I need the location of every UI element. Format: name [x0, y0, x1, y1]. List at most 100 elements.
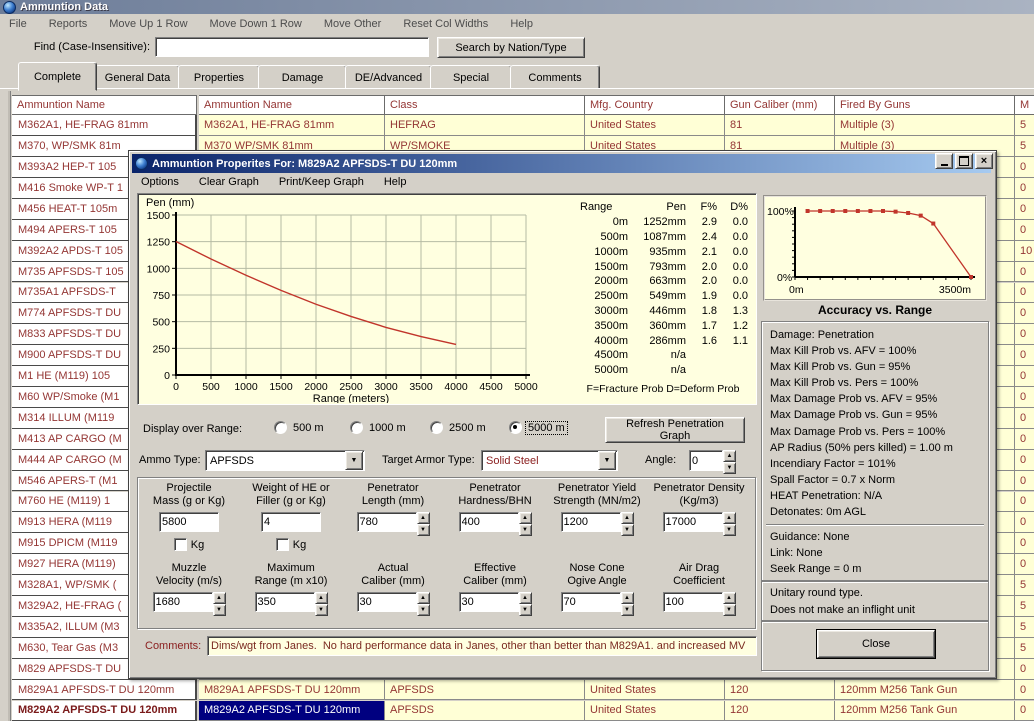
table-cell[interactable]: 120 — [725, 680, 835, 701]
spin-down-icon[interactable]: ▼ — [315, 604, 328, 616]
spin-down-icon[interactable]: ▼ — [213, 604, 226, 616]
tab-damage[interactable]: Damage — [258, 65, 347, 90]
field-input[interactable] — [561, 512, 621, 532]
table-cell[interactable]: 120mm M256 Tank Gun — [835, 680, 1015, 701]
table-row-frozen-name[interactable]: M362A1, HE-FRAG 81mm — [12, 115, 197, 136]
spin-down-icon[interactable]: ▼ — [723, 524, 736, 536]
angle-down-icon[interactable]: ▼ — [723, 462, 736, 474]
table-cell[interactable]: 5 — [1015, 136, 1034, 157]
tab-special[interactable]: Special — [430, 65, 512, 90]
table-cell[interactable]: 0 — [1015, 283, 1034, 304]
column-header-2[interactable]: Mfg. Country — [585, 95, 725, 115]
target-armor-dropdown[interactable]: Solid Steel ▼ — [481, 450, 618, 471]
menu-reset-col-widths[interactable]: Reset Col Widths — [401, 17, 490, 31]
spin-up-icon[interactable]: ▲ — [519, 512, 532, 524]
table-cell[interactable]: United States — [585, 680, 725, 701]
ammo-dropdown-arrow-icon[interactable]: ▼ — [345, 451, 363, 470]
menu-move-down-1-row[interactable]: Move Down 1 Row — [208, 17, 304, 31]
spin-down-icon[interactable]: ▼ — [519, 524, 532, 536]
spin-up-icon[interactable]: ▲ — [519, 592, 532, 604]
field-input[interactable] — [261, 512, 321, 532]
ammo-type-dropdown[interactable]: APFSDS ▼ — [205, 450, 365, 471]
field-input[interactable] — [663, 592, 723, 612]
column-header-0[interactable]: Ammuntion Name — [199, 95, 385, 115]
table-cell[interactable]: 0 — [1015, 680, 1034, 701]
table-cell[interactable]: M829A1 APFSDS-T DU 120mm — [199, 680, 385, 701]
field-input[interactable] — [663, 512, 723, 532]
spin-up-icon[interactable]: ▲ — [621, 512, 634, 524]
table-cell[interactable]: 0 — [1015, 303, 1034, 324]
table-cell[interactable]: 0 — [1015, 512, 1034, 533]
table-cell[interactable]: 5 — [1015, 617, 1034, 638]
angle-input[interactable] — [689, 450, 723, 471]
field-input[interactable] — [159, 512, 219, 532]
spin-down-icon[interactable]: ▼ — [417, 524, 430, 536]
table-cell[interactable]: 5 — [1015, 596, 1034, 617]
range-radio-500m[interactable]: 500 m — [274, 421, 326, 434]
spin-down-icon[interactable]: ▼ — [519, 604, 532, 616]
tab-complete[interactable]: Complete — [18, 62, 97, 91]
field-input[interactable] — [357, 512, 417, 532]
spin-down-icon[interactable]: ▼ — [621, 604, 634, 616]
kg-checkbox[interactable] — [174, 538, 187, 551]
tab-de-advanced[interactable]: DE/Advanced — [345, 65, 432, 90]
spin-up-icon[interactable]: ▲ — [315, 592, 328, 604]
table-cell[interactable]: 10 — [1015, 241, 1034, 262]
table-cell[interactable]: 0 — [1015, 178, 1034, 199]
field-input[interactable] — [153, 592, 213, 612]
table-cell[interactable]: 0 — [1015, 701, 1034, 721]
frozen-header[interactable]: Ammuntion Name — [12, 95, 197, 115]
field-input[interactable] — [561, 592, 621, 612]
column-header-4[interactable]: Fired By Guns — [835, 95, 1015, 115]
spin-up-icon[interactable]: ▲ — [213, 592, 226, 604]
dialog-titlebar[interactable]: Ammuntion Properites For: M829A2 APFSDS-… — [132, 154, 991, 173]
spin-down-icon[interactable]: ▼ — [723, 604, 736, 616]
table-cell[interactable]: 120 — [725, 701, 835, 721]
kg-checkbox[interactable] — [276, 538, 289, 551]
table-cell[interactable]: 0 — [1015, 345, 1034, 366]
armor-dropdown-arrow-icon[interactable]: ▼ — [598, 451, 616, 470]
table-cell[interactable]: HEFRAG — [385, 115, 585, 136]
table-cell[interactable]: 5 — [1015, 638, 1034, 659]
column-header-5[interactable]: M — [1015, 95, 1034, 115]
table-cell[interactable]: 0 — [1015, 429, 1034, 450]
table-cell[interactable]: 0 — [1015, 533, 1034, 554]
field-input[interactable] — [459, 512, 519, 532]
menu-reports[interactable]: Reports — [47, 17, 90, 31]
menu-file[interactable]: File — [7, 17, 29, 31]
table-cell[interactable]: APFSDS — [385, 701, 585, 721]
maximize-button[interactable] — [955, 153, 973, 169]
tab-general-data[interactable]: General Data — [95, 65, 180, 90]
range-radio-5000m[interactable]: 5000 m — [509, 421, 567, 434]
column-header-3[interactable]: Gun Caliber (mm) — [725, 95, 835, 115]
tab-properties[interactable]: Properties — [178, 65, 260, 90]
table-cell[interactable]: 0 — [1015, 471, 1034, 492]
comments-input[interactable] — [207, 636, 757, 656]
table-cell[interactable]: United States — [585, 701, 725, 721]
table-cell[interactable]: 0 — [1015, 366, 1034, 387]
table-cell[interactable]: 5 — [1015, 575, 1034, 596]
left-scrollbar[interactable] — [0, 90, 11, 721]
spin-up-icon[interactable]: ▲ — [417, 512, 430, 524]
table-cell[interactable]: 0 — [1015, 220, 1034, 241]
table-cell[interactable]: Multiple (3) — [835, 115, 1015, 136]
angle-up-icon[interactable]: ▲ — [723, 450, 736, 462]
dialog-menu-print-keep-graph[interactable]: Print/Keep Graph — [277, 175, 366, 189]
table-cell[interactable]: United States — [585, 115, 725, 136]
range-radio-1000m[interactable]: 1000 m — [350, 421, 408, 434]
table-cell[interactable]: 81 — [725, 115, 835, 136]
spin-down-icon[interactable]: ▼ — [621, 524, 634, 536]
table-cell[interactable]: 0 — [1015, 659, 1034, 680]
close-button[interactable]: Close — [817, 630, 935, 658]
search-by-nation-type-button[interactable]: Search by Nation/Type — [437, 37, 585, 58]
dialog-menu-help[interactable]: Help — [382, 175, 409, 189]
dialog-menu-options[interactable]: Options — [139, 175, 181, 189]
table-cell[interactable]: 0 — [1015, 492, 1034, 513]
refresh-penetration-graph-button[interactable]: Refresh Penetration Graph — [605, 417, 745, 443]
table-cell[interactable]: 0 — [1015, 324, 1034, 345]
column-header-1[interactable]: Class — [385, 95, 585, 115]
spin-up-icon[interactable]: ▲ — [723, 592, 736, 604]
spin-down-icon[interactable]: ▼ — [417, 604, 430, 616]
table-cell[interactable]: 0 — [1015, 554, 1034, 575]
field-input[interactable] — [357, 592, 417, 612]
